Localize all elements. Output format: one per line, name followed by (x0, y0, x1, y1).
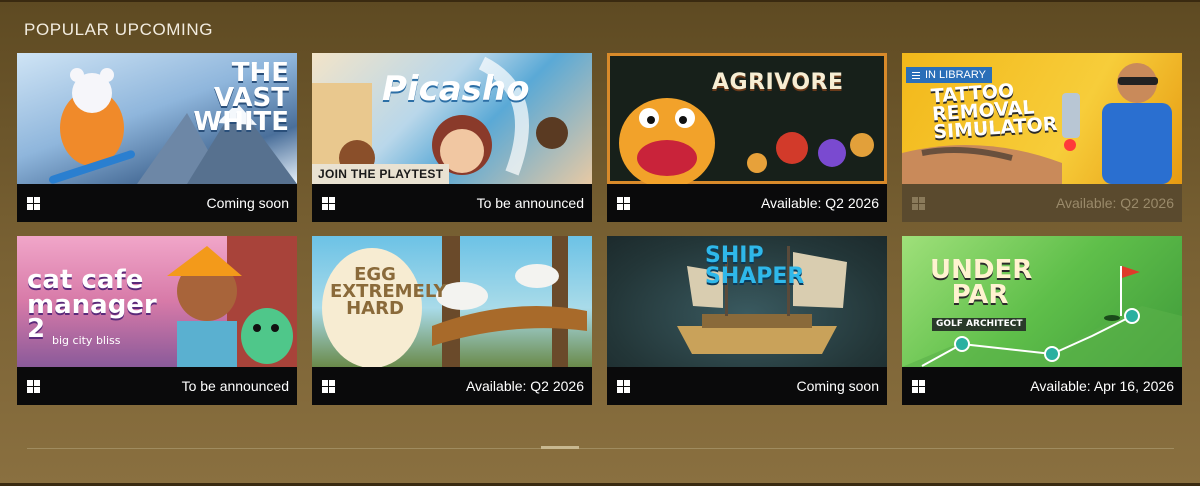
game-card-vast-white[interactable]: THE VAST WHITE Coming soon (17, 53, 297, 222)
game-card-tattoo-removal-simulator[interactable]: TATTOO REMOVAL SIMULATOR IN LIBRARY Avai… (902, 53, 1182, 222)
list-icon (912, 71, 920, 79)
release-date: To be announced (476, 195, 584, 211)
section-title: POPULAR UPCOMING (24, 20, 214, 39)
game-capsule-image[interactable]: UNDER PAR GOLF ARCHITECT (902, 236, 1182, 367)
windows-icon (322, 379, 335, 393)
game-art-title: SHIP SHAPER (705, 243, 805, 289)
windows-icon (617, 379, 630, 393)
game-capsule-image[interactable]: cat cafe manager 2 big city bliss (17, 236, 297, 367)
game-capsule-image[interactable]: Picasho JOIN THE PLAYTEST (312, 53, 592, 184)
windows-icon (27, 196, 40, 210)
game-card-ship-shaper[interactable]: SHIP SHAPER Coming soon (607, 236, 887, 405)
game-card-picasho[interactable]: Picasho JOIN THE PLAYTEST To be announce… (312, 53, 592, 222)
game-art-title: AGRIVORE (712, 70, 844, 95)
game-carousel: THE VAST WHITE Coming soon Picasho JOIN … (17, 53, 1182, 405)
game-art-title: EGG EXTREMELY HARD (330, 264, 447, 320)
in-library-badge: IN LIBRARY (906, 67, 992, 83)
game-capsule-image[interactable]: THE VAST WHITE (17, 53, 297, 184)
game-meta-bar: Available: Q2 2026 (312, 367, 592, 405)
game-card-under-par[interactable]: UNDER PAR GOLF ARCHITECT Available: Apr … (902, 236, 1182, 405)
game-meta-bar: Coming soon (607, 367, 887, 405)
game-meta-bar: Available: Q2 2026 (902, 184, 1182, 222)
game-card-egg-extremely-hard[interactable]: EGG EXTREMELY HARD Available: Q2 2026 (312, 236, 592, 405)
game-meta-bar: To be announced (17, 367, 297, 405)
carousel-page-indicator[interactable] (541, 446, 579, 449)
carousel-track (27, 448, 1174, 449)
game-capsule-image[interactable]: TATTOO REMOVAL SIMULATOR IN LIBRARY (902, 53, 1182, 184)
game-art-title: TATTOO REMOVAL SIMULATOR (930, 79, 1059, 144)
windows-icon (617, 196, 630, 210)
game-meta-bar: To be announced (312, 184, 592, 222)
windows-icon (912, 379, 925, 393)
game-capsule-image[interactable]: SHIP SHAPER (607, 236, 887, 367)
game-meta-bar: Available: Apr 16, 2026 (902, 367, 1182, 405)
windows-icon (912, 196, 925, 210)
release-date: To be announced (181, 378, 289, 394)
game-card-agrivore[interactable]: AGRIVORE Available: Q2 2026 (607, 53, 887, 222)
release-date: Coming soon (206, 195, 290, 211)
game-art-subtitle: big city bliss (52, 334, 121, 347)
in-library-label: IN LIBRARY (925, 69, 986, 81)
game-art-title: Picasho (382, 69, 530, 109)
release-date: Available: Q2 2026 (760, 195, 879, 211)
top-border (0, 0, 1200, 2)
playtest-badge: JOIN THE PLAYTEST (312, 164, 450, 184)
windows-icon (27, 379, 40, 393)
game-capsule-image[interactable]: AGRIVORE (607, 53, 887, 184)
windows-icon (322, 196, 335, 210)
game-card-cat-cafe-manager-2[interactable]: cat cafe manager 2 big city bliss To be … (17, 236, 297, 405)
game-meta-bar: Coming soon (17, 184, 297, 222)
game-meta-bar: Available: Q2 2026 (607, 184, 887, 222)
game-art-subtitle: GOLF ARCHITECT (932, 318, 1027, 331)
release-date: Available: Q2 2026 (1055, 195, 1174, 211)
game-art-title: UNDER PAR (930, 255, 1033, 310)
game-art-title: cat cafe manager 2 (27, 265, 157, 345)
release-date: Available: Q2 2026 (465, 378, 584, 394)
release-date: Available: Apr 16, 2026 (1030, 378, 1174, 394)
release-date: Coming soon (796, 378, 880, 394)
game-art-title: THE VAST WHITE (193, 58, 289, 138)
game-capsule-image[interactable]: EGG EXTREMELY HARD (312, 236, 592, 367)
